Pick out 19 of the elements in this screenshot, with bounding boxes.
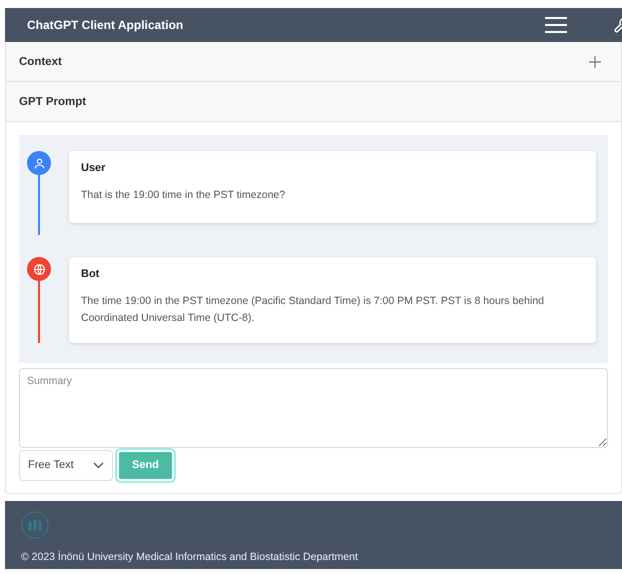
menu-icon (545, 17, 567, 33)
user-icon (32, 156, 46, 170)
accordion-title: GPT Prompt (19, 96, 88, 108)
logo-icon (21, 510, 49, 539)
summary-field[interactable]: Summary (19, 368, 608, 448)
globe-icon (32, 262, 46, 276)
mode-select[interactable]: Free Text (19, 450, 113, 481)
plus-icon (589, 56, 601, 68)
message-author: Bot (81, 268, 100, 280)
message-text: That is the 19:00 time in the PST timezone? (81, 188, 286, 203)
accordion-header[interactable]: GPT Prompt (6, 82, 621, 122)
accordion-title: Context (19, 56, 63, 68)
accordion-header[interactable]: Context (6, 42, 621, 82)
app-title: ChatGPT Client Application (27, 18, 184, 32)
chevron-icon (93, 462, 104, 469)
menu-button[interactable] (545, 17, 567, 33)
message-author: User (81, 162, 106, 174)
copyright-text: © 2023 İnönü University Medical Informatics and Biostatistic Department (21, 550, 359, 563)
message-text: The time 19:00 in the PST timezone (Pacific Standard Time) is 7:00 PM PST. PST is 8 hours behind Coordinated Universal Time (UTC-8). (81, 294, 545, 326)
